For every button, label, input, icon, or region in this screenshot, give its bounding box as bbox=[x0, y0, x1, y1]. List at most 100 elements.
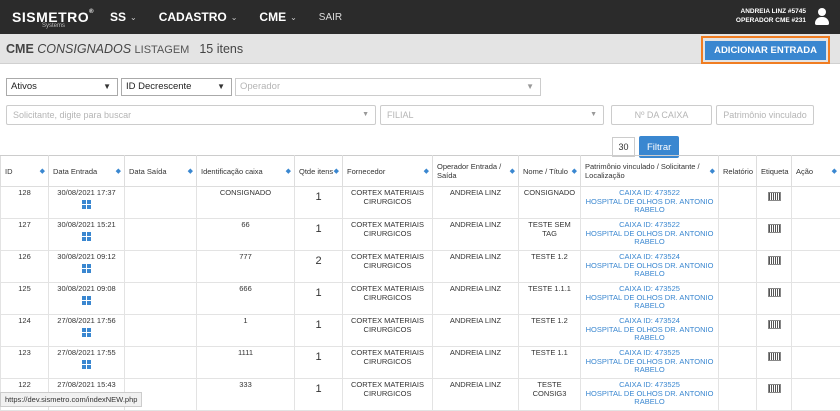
table-row[interactable]: 12530/08/2021 09:086661CORTEX MATERIAIS … bbox=[1, 283, 840, 315]
cell-exit-date bbox=[125, 187, 197, 219]
col-label: Etiqueta bbox=[757, 156, 792, 187]
col-asset[interactable]: Patrimônio vinculado / Solicitante / Loc… bbox=[581, 156, 719, 187]
cell-operator: ANDREIA LINZ bbox=[433, 315, 519, 347]
cell-qty: 1 bbox=[295, 219, 343, 251]
cell-exit-date bbox=[125, 251, 197, 283]
requester-search-input[interactable]: Solicitante, digite para buscar▼ bbox=[6, 105, 376, 125]
cell-label bbox=[757, 315, 792, 347]
linked-asset-input[interactable]: Patrimônio vinculado bbox=[716, 105, 814, 125]
cell-box-id: 666 bbox=[197, 283, 295, 315]
chevron-down-icon: ▼ bbox=[103, 82, 111, 91]
sort-icon: ◆ bbox=[510, 167, 515, 176]
cell-qty: 1 bbox=[295, 379, 343, 411]
cell-asset[interactable]: CAIXA ID: 473524HOSPITAL DE OLHOS DR. AN… bbox=[581, 315, 719, 347]
cell-asset[interactable]: CAIXA ID: 473522HOSPITAL DE OLHOS DR. AN… bbox=[581, 187, 719, 219]
browser-status-url: https://dev.sismetro.com/indexNEW.php bbox=[0, 392, 142, 407]
cell-operator: ANDREIA LINZ bbox=[433, 187, 519, 219]
table-row[interactable]: 12830/08/2021 17:37CONSIGNADO1CORTEX MAT… bbox=[1, 187, 840, 219]
add-entry-button[interactable]: ADICIONAR ENTRADA bbox=[705, 41, 826, 60]
cell-action bbox=[792, 379, 840, 411]
cell-report bbox=[719, 187, 757, 219]
cell-supplier: CORTEX MATERIAIS CIRURGICOS bbox=[343, 315, 433, 347]
table-row[interactable]: 12427/08/2021 17:5611CORTEX MATERIAIS CI… bbox=[1, 315, 840, 347]
cell-exit-date bbox=[125, 347, 197, 379]
operator-select[interactable]: Operador▼ bbox=[235, 78, 541, 96]
barcode-icon[interactable] bbox=[768, 320, 781, 329]
page-size-input[interactable]: 30 bbox=[612, 137, 635, 157]
cell-qty: 1 bbox=[295, 315, 343, 347]
cell-asset[interactable]: CAIXA ID: 473525HOSPITAL DE OLHOS DR. AN… bbox=[581, 283, 719, 315]
col-exit-date[interactable]: Data Saída◆ bbox=[125, 156, 197, 187]
col-operator[interactable]: Operador Entrada / Saída◆ bbox=[433, 156, 519, 187]
cell-box-id: 777 bbox=[197, 251, 295, 283]
cell-box-id: CONSIGNADO bbox=[197, 187, 295, 219]
table-row[interactable]: 12630/08/2021 09:127772CORTEX MATERIAIS … bbox=[1, 251, 840, 283]
cell-entry-date: 30/08/2021 17:37 bbox=[49, 187, 125, 219]
sort-icon: ◆ bbox=[286, 167, 291, 176]
sismetro-logo[interactable]: SISMETRO® Systems bbox=[12, 3, 88, 31]
cell-supplier: CORTEX MATERIAIS CIRURGICOS bbox=[343, 379, 433, 411]
barcode-icon[interactable] bbox=[768, 224, 781, 233]
table-row[interactable]: 12730/08/2021 15:21661CORTEX MATERIAIS C… bbox=[1, 219, 840, 251]
cell-name: TESTE 1.1 bbox=[519, 347, 581, 379]
user-icon[interactable] bbox=[814, 8, 830, 26]
cell-entry-date: 30/08/2021 09:12 bbox=[49, 251, 125, 283]
nav-cme[interactable]: CME⌄ bbox=[259, 10, 296, 24]
cell-box-id: 66 bbox=[197, 219, 295, 251]
cell-box-id: 1 bbox=[197, 315, 295, 347]
cell-action bbox=[792, 187, 840, 219]
cell-asset[interactable]: CAIXA ID: 473525HOSPITAL DE OLHOS DR. AN… bbox=[581, 379, 719, 411]
cell-exit-date bbox=[125, 219, 197, 251]
sort-icon: ◆ bbox=[424, 167, 429, 176]
table-row[interactable]: 12327/08/2021 17:5511111CORTEX MATERIAIS… bbox=[1, 347, 840, 379]
nav-ss[interactable]: SS⌄ bbox=[110, 10, 137, 24]
cell-qty: 1 bbox=[295, 283, 343, 315]
cell-report bbox=[719, 251, 757, 283]
cell-asset[interactable]: CAIXA ID: 473522HOSPITAL DE OLHOS DR. AN… bbox=[581, 219, 719, 251]
cell-operator: ANDREIA LINZ bbox=[433, 219, 519, 251]
barcode-icon[interactable] bbox=[768, 352, 781, 361]
barcode-icon[interactable] bbox=[768, 288, 781, 297]
cell-exit-date bbox=[125, 315, 197, 347]
barcode-icon[interactable] bbox=[768, 384, 781, 393]
top-navbar: SISMETRO® Systems SS⌄ CADASTRO⌄ CME⌄ SAI… bbox=[0, 0, 840, 34]
qr-grid-icon[interactable] bbox=[82, 360, 91, 369]
order-select[interactable]: ID Decrescente▼ bbox=[121, 78, 232, 96]
col-entry-date[interactable]: Data Entrada◆ bbox=[49, 156, 125, 187]
barcode-icon[interactable] bbox=[768, 256, 781, 265]
col-action[interactable]: Ação◆ bbox=[792, 156, 840, 187]
cell-action bbox=[792, 315, 840, 347]
col-name[interactable]: Nome / Título◆ bbox=[519, 156, 581, 187]
nav-cadastro[interactable]: CADASTRO⌄ bbox=[159, 10, 238, 24]
qr-grid-icon[interactable] bbox=[82, 296, 91, 305]
qr-grid-icon[interactable] bbox=[82, 328, 91, 337]
qr-grid-icon[interactable] bbox=[82, 200, 91, 209]
qr-grid-icon[interactable] bbox=[82, 232, 91, 241]
branch-select[interactable]: FILIAL▼ bbox=[380, 105, 604, 125]
cell-name: TESTE 1.1.1 bbox=[519, 283, 581, 315]
status-select[interactable]: Ativos▼ bbox=[6, 78, 118, 96]
chevron-down-icon: ⌄ bbox=[290, 13, 297, 22]
chevron-down-icon: ▼ bbox=[590, 111, 597, 118]
cell-asset[interactable]: CAIXA ID: 473525HOSPITAL DE OLHOS DR. AN… bbox=[581, 347, 719, 379]
box-number-input[interactable]: Nº DA CAIXA bbox=[611, 105, 712, 125]
chevron-down-icon: ▼ bbox=[362, 111, 369, 118]
cell-qty: 2 bbox=[295, 251, 343, 283]
cell-entry-date: 30/08/2021 09:08 bbox=[49, 283, 125, 315]
cell-report bbox=[719, 347, 757, 379]
sort-icon: ◆ bbox=[188, 167, 193, 176]
user-info[interactable]: ANDREIA LINZ #5745 OPERADOR CME #231 bbox=[736, 7, 806, 25]
col-supplier[interactable]: Fornecedor◆ bbox=[343, 156, 433, 187]
cell-label bbox=[757, 379, 792, 411]
cell-label bbox=[757, 219, 792, 251]
chevron-down-icon: ⌄ bbox=[130, 13, 137, 22]
barcode-icon[interactable] bbox=[768, 192, 781, 201]
cell-asset[interactable]: CAIXA ID: 473524HOSPITAL DE OLHOS DR. AN… bbox=[581, 251, 719, 283]
cell-qty: 1 bbox=[295, 347, 343, 379]
col-report: Relatório bbox=[719, 156, 757, 187]
col-box-id[interactable]: Identificação caixa◆ bbox=[197, 156, 295, 187]
nav-sair[interactable]: SAIR bbox=[319, 12, 342, 23]
col-qty[interactable]: Qtde itens◆ bbox=[295, 156, 343, 187]
qr-grid-icon[interactable] bbox=[82, 264, 91, 273]
col-id[interactable]: ID◆ bbox=[1, 156, 49, 187]
